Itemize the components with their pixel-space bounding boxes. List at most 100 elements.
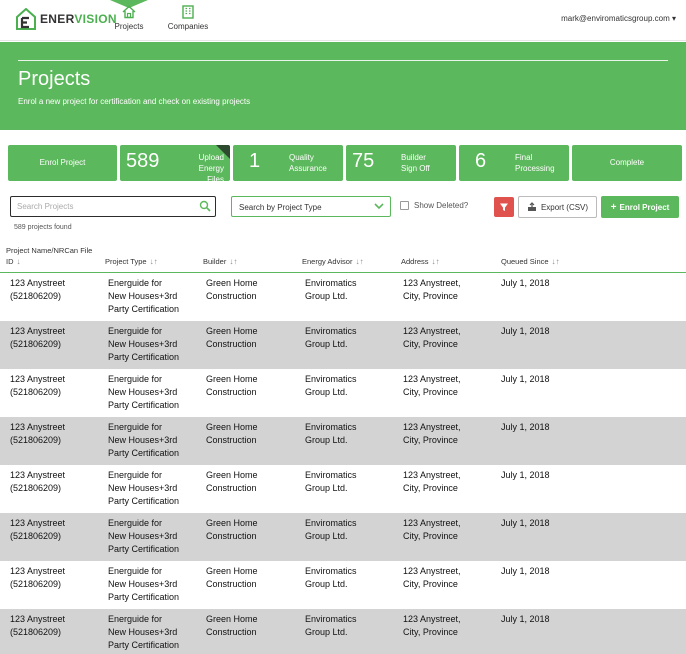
cell-line: 123 Anystreet bbox=[10, 566, 66, 576]
cell-queued-since: July 1, 2018 bbox=[501, 518, 550, 528]
cell-line: Party Certification bbox=[108, 640, 180, 650]
search-icon[interactable] bbox=[199, 200, 211, 212]
tile-builder-sign-off[interactable]: 75 Builder Sign Off bbox=[346, 145, 456, 181]
tile-final-count: 6 bbox=[475, 150, 487, 172]
tile-complete-label: Complete bbox=[609, 158, 645, 167]
cell-queued-since: July 1, 2018 bbox=[501, 614, 550, 624]
cell-project-type: Energuide for New Houses+3rd Party Certifi… bbox=[108, 517, 198, 556]
tile-quality-assurance[interactable]: 1 Quality Assurance bbox=[233, 145, 343, 181]
col-builder[interactable]: Builder ↓↑ bbox=[203, 257, 237, 266]
table-row[interactable]: 123 Anystreet (521806209) Energuide for Ne… bbox=[0, 321, 686, 369]
col-address-label: Address bbox=[401, 257, 429, 266]
cell-energy-advisor: Enviromatics Group Ltd. bbox=[305, 325, 397, 351]
cell-project-id: 123 Anystreet (521806209) bbox=[10, 277, 102, 303]
tile-builder-count: 75 bbox=[352, 150, 375, 172]
cell-line: Group Ltd. bbox=[305, 387, 348, 397]
cell-line: 123 Anystreet bbox=[10, 374, 66, 384]
cell-line: Green Home bbox=[206, 614, 258, 624]
table-row[interactable]: 123 Anystreet (521806209) Energuide for Ne… bbox=[0, 369, 686, 417]
cell-line: Energuide for bbox=[108, 278, 163, 288]
col-queued-since[interactable]: Queued Since ↓↑ bbox=[501, 257, 560, 266]
enrol-project-label: Enrol Project bbox=[619, 202, 670, 212]
cell-line: (521806209) bbox=[10, 339, 62, 349]
cell-builder: Green Home Construction bbox=[206, 469, 298, 495]
cell-address: 123 Anystreet, City, Province bbox=[403, 277, 497, 303]
cell-line: Group Ltd. bbox=[305, 435, 348, 445]
table-row[interactable]: 123 Anystreet (521806209) Energuide for Ne… bbox=[0, 273, 686, 321]
enrol-project-button[interactable]: + Enrol Project bbox=[601, 196, 679, 218]
search-input[interactable] bbox=[17, 200, 197, 213]
tile-complete[interactable]: Complete bbox=[572, 145, 682, 181]
cell-energy-advisor: Enviromatics Group Ltd. bbox=[305, 421, 397, 447]
table-row[interactable]: 123 Anystreet (521806209) Energuide for Ne… bbox=[0, 609, 686, 654]
col-project-type[interactable]: Project Type ↓↑ bbox=[105, 257, 158, 266]
cell-line: New Houses+3rd bbox=[108, 387, 178, 397]
cell-line: Construction bbox=[206, 627, 257, 637]
tile-enrol-project[interactable]: Enrol Project bbox=[8, 145, 117, 181]
table-row[interactable]: 123 Anystreet (521806209) Energuide for Ne… bbox=[0, 465, 686, 513]
cell-line: (521806209) bbox=[10, 435, 62, 445]
cell-queued-since: July 1, 2018 bbox=[501, 374, 550, 384]
nav-companies[interactable]: Companies bbox=[165, 4, 211, 31]
table-row[interactable]: 123 Anystreet (521806209) Energuide for Ne… bbox=[0, 561, 686, 609]
tile-qa-label1: Quality bbox=[289, 153, 314, 162]
filter-button[interactable] bbox=[494, 197, 514, 217]
tile-final-processing[interactable]: 6 Final Processing bbox=[459, 145, 569, 181]
nav-projects[interactable]: Projects bbox=[110, 4, 148, 31]
cell-line: Enviromatics bbox=[305, 374, 357, 384]
cell-builder: Green Home Construction bbox=[206, 421, 298, 447]
cell-line: Green Home bbox=[206, 566, 258, 576]
show-deleted-toggle[interactable]: Show Deleted? bbox=[400, 201, 468, 210]
cell-line: 123 Anystreet, bbox=[403, 566, 461, 576]
user-email: mark@enviromaticsgroup.com bbox=[561, 14, 670, 23]
cell-line: New Houses+3rd bbox=[108, 531, 178, 541]
cell-line: Party Certification bbox=[108, 592, 180, 602]
cell-line: Energuide for bbox=[108, 374, 163, 384]
active-tile-flag bbox=[216, 145, 230, 159]
sort-icon: ↓↑ bbox=[355, 257, 364, 266]
show-deleted-label: Show Deleted? bbox=[414, 201, 469, 210]
cell-project-type: Energuide for New Houses+3rd Party Certifi… bbox=[108, 277, 198, 316]
cell-energy-advisor: Enviromatics Group Ltd. bbox=[305, 613, 397, 639]
cell-queued-since: July 1, 2018 bbox=[501, 470, 550, 480]
cell-line: 123 Anystreet, bbox=[403, 326, 461, 336]
cell-energy-advisor: Enviromatics Group Ltd. bbox=[305, 469, 397, 495]
cell-line: 123 Anystreet, bbox=[403, 422, 461, 432]
cell-line: Construction bbox=[206, 531, 257, 541]
cell-queued-since: July 1, 2018 bbox=[501, 422, 550, 432]
col-address[interactable]: Address ↓↑ bbox=[401, 257, 440, 266]
cell-line: Party Certification bbox=[108, 400, 180, 410]
col-project-name[interactable]: ID ↓ bbox=[6, 257, 21, 266]
export-csv-label: Export (CSV) bbox=[540, 202, 589, 212]
projects-found-count: 589 projects found bbox=[14, 224, 72, 231]
show-deleted-checkbox[interactable] bbox=[400, 201, 409, 210]
table-row[interactable]: 123 Anystreet (521806209) Energuide for Ne… bbox=[0, 417, 686, 465]
cell-line: Energuide for bbox=[108, 470, 163, 480]
col-energy-advisor-label: Energy Advisor bbox=[302, 257, 353, 266]
cell-line: Group Ltd. bbox=[305, 579, 348, 589]
col-builder-label: Builder bbox=[203, 257, 227, 266]
tile-upload-energy-files[interactable]: 589 Upload Energy Files bbox=[120, 145, 230, 181]
export-csv-button[interactable]: Export (CSV) bbox=[518, 196, 597, 218]
logo[interactable]: ENERVISION bbox=[16, 7, 117, 30]
table-body: 123 Anystreet (521806209) Energuide for Ne… bbox=[0, 273, 686, 654]
tile-upload-count: 589 bbox=[126, 150, 160, 172]
cell-line: Party Certification bbox=[108, 304, 180, 314]
project-type-select[interactable]: Search by Project Type bbox=[231, 196, 391, 217]
tile-qa-label: Quality Assurance bbox=[289, 152, 327, 174]
cell-project-type: Energuide for New Houses+3rd Party Certifi… bbox=[108, 373, 198, 412]
cell-line: Enviromatics bbox=[305, 422, 357, 432]
cell-builder: Green Home Construction bbox=[206, 517, 298, 543]
col-energy-advisor[interactable]: Energy Advisor ↓↑ bbox=[302, 257, 363, 266]
cell-line: New Houses+3rd bbox=[108, 339, 178, 349]
sort-icon: ↓↑ bbox=[551, 257, 560, 266]
page-banner: Projects Enrol a new project for certifi… bbox=[0, 42, 686, 130]
banner-divider bbox=[18, 60, 668, 61]
cell-line: Enviromatics bbox=[305, 566, 357, 576]
table-header: Project Name/NRCan File ID ↓ Project Typ… bbox=[0, 243, 686, 273]
tile-qa-count: 1 bbox=[249, 150, 261, 172]
cell-line: Energuide for bbox=[108, 422, 163, 432]
table-row[interactable]: 123 Anystreet (521806209) Energuide for Ne… bbox=[0, 513, 686, 561]
cell-line: (521806209) bbox=[10, 531, 62, 541]
user-menu[interactable]: mark@enviromaticsgroup.com ▾ bbox=[561, 14, 676, 23]
